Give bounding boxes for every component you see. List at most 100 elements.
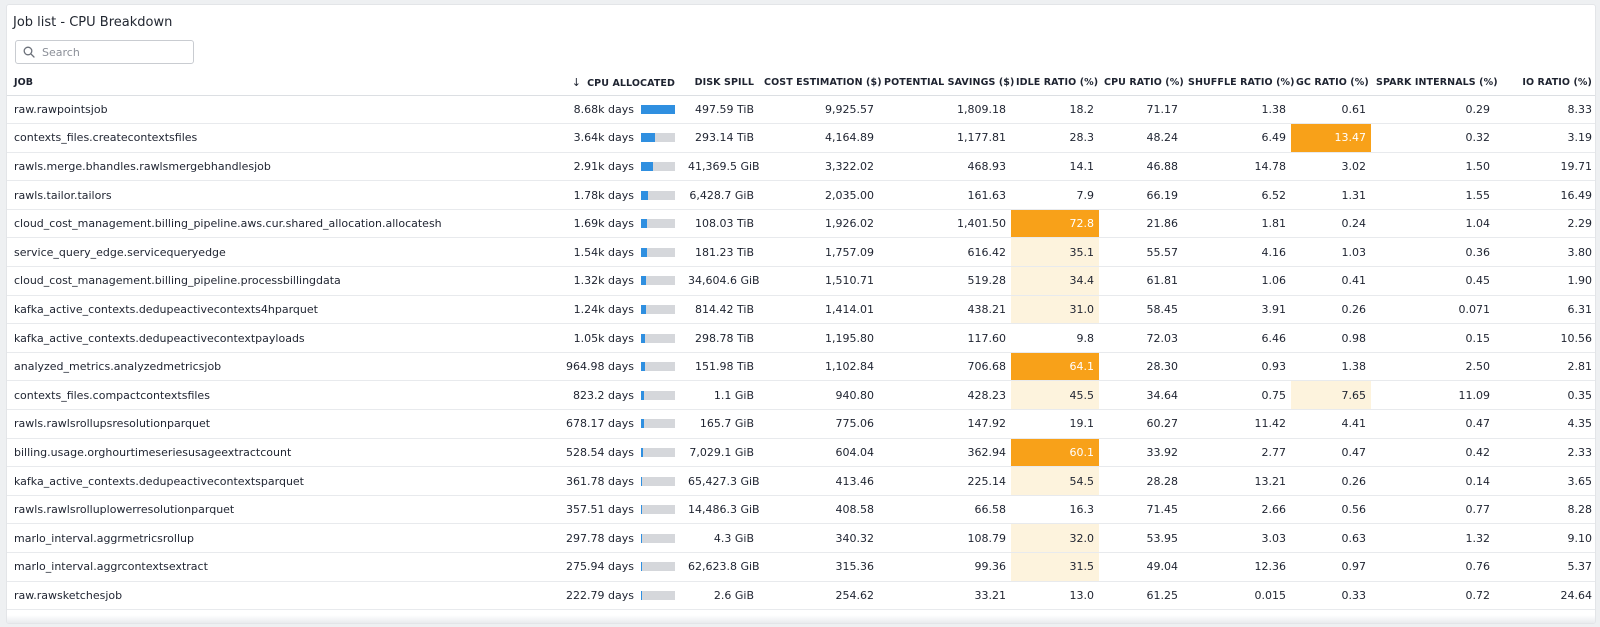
cell-job[interactable]: contexts_files.compactcontextsfiles: [7, 380, 441, 411]
table-row[interactable]: raw.rawsketchesjob 222.79 days 2.6 GiB 254.…: [7, 581, 1595, 611]
cell-job[interactable]: kafka_active_contexts.dedupeactivecontex…: [7, 295, 441, 325]
cpu-allocated-value: 357.51 days: [566, 503, 634, 517]
cell-potential-savings: 1,177.81: [879, 123, 1011, 153]
cell-job[interactable]: cloud_cost_management.billing_pipeline.a…: [7, 209, 441, 239]
table-row[interactable]: analyzed_metrics.analyzedmetricsjob 964.9…: [7, 352, 1595, 382]
column-header-potential-savings[interactable]: POTENTIAL SAVINGS ($): [879, 71, 1014, 96]
cell-potential-savings: 161.63: [879, 180, 1011, 210]
column-header-cpu-allocated[interactable]: ↓ CPU ALLOCATED: [441, 71, 683, 96]
cpu-allocated-bar: [641, 419, 675, 429]
cell-cost-estimation: 1,757.09: [759, 237, 879, 268]
cell-shuffle-ratio: 2.77: [1183, 438, 1291, 468]
arrow-down-icon: ↓: [571, 76, 582, 90]
table-row[interactable]: raw.rawpointsjob 8.68k days 497.59 TiB 9,92…: [7, 95, 1595, 125]
cell-gc-ratio: 3.02: [1291, 152, 1371, 182]
cell-job[interactable]: cloud_cost_management.billing_pipeline.p…: [7, 266, 441, 296]
cpu-allocated-bar-fill: [641, 447, 644, 457]
cell-spark-internals: 0.47: [1371, 409, 1495, 439]
column-header-disk-spill[interactable]: DISK SPILL: [683, 71, 759, 96]
table-row[interactable]: kafka_active_contexts.dedupeactivecontex…: [7, 466, 1595, 496]
search-box[interactable]: [15, 40, 194, 64]
cell-idle-ratio: 72.8: [1011, 209, 1099, 239]
table-row[interactable]: contexts_files.createcontextsfiles 3.64k …: [7, 123, 1595, 153]
table-row[interactable]: billing.usage.orghourtimeseriesusageextr…: [7, 438, 1595, 468]
cell-shuffle-ratio: 3.91: [1183, 295, 1291, 325]
table-row[interactable]: cloud_cost_management.billing_pipeline.a…: [7, 209, 1595, 239]
cell-job[interactable]: kafka_active_contexts.dedupeactivecontex…: [7, 323, 441, 353]
table-row[interactable]: rawls.rawlsrolluplowerresolutionparquet 3…: [7, 495, 1595, 525]
cell-job[interactable]: marlo_interval.aggrmetricsrollup: [7, 523, 441, 553]
cell-cpu-allocated: 678.17 days: [441, 409, 683, 439]
cell-idle-ratio: 64.1: [1011, 352, 1099, 382]
cpu-allocated-bar: [641, 562, 675, 572]
cell-job[interactable]: analyzed_metrics.analyzedmetricsjob: [7, 352, 441, 382]
column-header-cost-estimation[interactable]: COST ESTIMATION ($): [759, 71, 882, 96]
column-header-job[interactable]: JOB: [7, 71, 441, 96]
search-input[interactable]: [42, 45, 182, 59]
cell-spark-internals: 0.15: [1371, 323, 1495, 353]
column-header-idle-ratio[interactable]: IDLE RATIO (%): [1011, 71, 1099, 96]
job-table: JOB ↓ CPU ALLOCATED DISK SPILL COST ESTIM…: [7, 71, 1595, 611]
column-header-io-ratio[interactable]: IO RATIO (%): [1495, 71, 1595, 96]
cell-job[interactable]: service_query_edge.servicequeryedge: [7, 237, 441, 268]
cell-job[interactable]: contexts_files.createcontextsfiles: [7, 123, 441, 153]
cell-gc-ratio: 0.47: [1291, 438, 1371, 468]
cell-io-ratio: 3.80: [1495, 237, 1595, 268]
cell-idle-ratio: 32.0: [1011, 523, 1099, 553]
cell-job[interactable]: marlo_interval.aggrcontextsextract: [7, 552, 441, 582]
cpu-allocated-value: 361.78 days: [566, 474, 634, 488]
cell-cpu-allocated: 1.24k days: [441, 295, 683, 325]
cell-cost-estimation: 1,926.02: [759, 209, 879, 239]
cpu-allocated-bar-fill: [641, 104, 675, 114]
cpu-allocated-bar: [641, 219, 675, 229]
cell-cpu-ratio: 66.19: [1099, 180, 1183, 210]
table-row[interactable]: rawls.rawlsrollupsresolutionparquet 678.1…: [7, 409, 1595, 439]
column-header-cpu-ratio[interactable]: CPU RATIO (%): [1099, 71, 1184, 96]
cell-potential-savings: 428.23: [879, 380, 1011, 411]
table-row[interactable]: cloud_cost_management.billing_pipeline.p…: [7, 266, 1595, 296]
cell-cpu-allocated: 297.78 days: [441, 523, 683, 553]
cpu-allocated-bar: [641, 505, 675, 515]
cell-cpu-ratio: 71.17: [1099, 95, 1183, 125]
table-row[interactable]: marlo_interval.aggrmetricsrollup 297.78 d…: [7, 523, 1595, 553]
cell-io-ratio: 19.71: [1495, 152, 1595, 182]
cell-io-ratio: 3.65: [1495, 466, 1595, 496]
cell-job[interactable]: kafka_active_contexts.dedupeactivecontex…: [7, 466, 441, 496]
cell-disk-spill: 151.98 TiB: [683, 352, 759, 382]
column-header-gc-ratio[interactable]: GC RATIO (%): [1291, 71, 1371, 96]
cell-job[interactable]: rawls.tailor.tailors: [7, 180, 441, 210]
table-row[interactable]: kafka_active_contexts.dedupeactivecontex…: [7, 295, 1595, 325]
table-row[interactable]: service_query_edge.servicequeryedge 1.54k…: [7, 237, 1595, 268]
table-row[interactable]: contexts_files.compactcontextsfiles 823.2…: [7, 380, 1595, 411]
cell-shuffle-ratio: 2.66: [1183, 495, 1291, 525]
cell-disk-spill: 65,427.3 GiB: [683, 466, 759, 496]
cell-spark-internals: 0.77: [1371, 495, 1495, 525]
table-row[interactable]: marlo_interval.aggrcontextsextract 275.94…: [7, 552, 1595, 582]
cell-potential-savings: 33.21: [879, 581, 1011, 611]
cpu-allocated-value: 222.79 days: [566, 588, 634, 602]
cell-potential-savings: 1,401.50: [879, 209, 1011, 239]
cell-job[interactable]: rawls.rawlsrollupsresolutionparquet: [7, 409, 441, 439]
cell-job[interactable]: raw.rawpointsjob: [7, 95, 441, 125]
cell-potential-savings: 1,809.18: [879, 95, 1011, 125]
cell-cost-estimation: 408.58: [759, 495, 879, 525]
cell-job[interactable]: raw.rawsketchesjob: [7, 581, 441, 611]
cell-shuffle-ratio: 0.75: [1183, 380, 1291, 411]
cell-io-ratio: 2.33: [1495, 438, 1595, 468]
cpu-allocated-value: 2.91k days: [573, 159, 634, 173]
table-row[interactable]: kafka_active_contexts.dedupeactivecontex…: [7, 323, 1595, 353]
cell-disk-spill: 41,369.5 GiB: [683, 152, 759, 182]
cpu-allocated-value: 823.2 days: [573, 388, 634, 402]
column-header-shuffle-ratio[interactable]: SHUFFLE RATIO (%): [1183, 71, 1294, 96]
cpu-allocated-bar: [641, 104, 675, 114]
cell-job[interactable]: billing.usage.orghourtimeseriesusageextr…: [7, 438, 441, 468]
cell-potential-savings: 519.28: [879, 266, 1011, 296]
cell-job[interactable]: rawls.merge.bhandles.rawlsmergebhandlesj…: [7, 152, 441, 182]
table-row[interactable]: rawls.tailor.tailors 1.78k days 6,428.7 Gi…: [7, 180, 1595, 210]
cell-potential-savings: 99.36: [879, 552, 1011, 582]
cpu-allocated-bar-fill: [641, 276, 647, 286]
cell-job[interactable]: rawls.rawlsrolluplowerresolutionparquet: [7, 495, 441, 525]
cpu-allocated-bar-fill: [641, 562, 643, 572]
column-header-spark-internals[interactable]: SPARK INTERNALS (%): [1371, 71, 1498, 96]
table-row[interactable]: rawls.merge.bhandles.rawlsmergebhandlesj…: [7, 152, 1595, 182]
